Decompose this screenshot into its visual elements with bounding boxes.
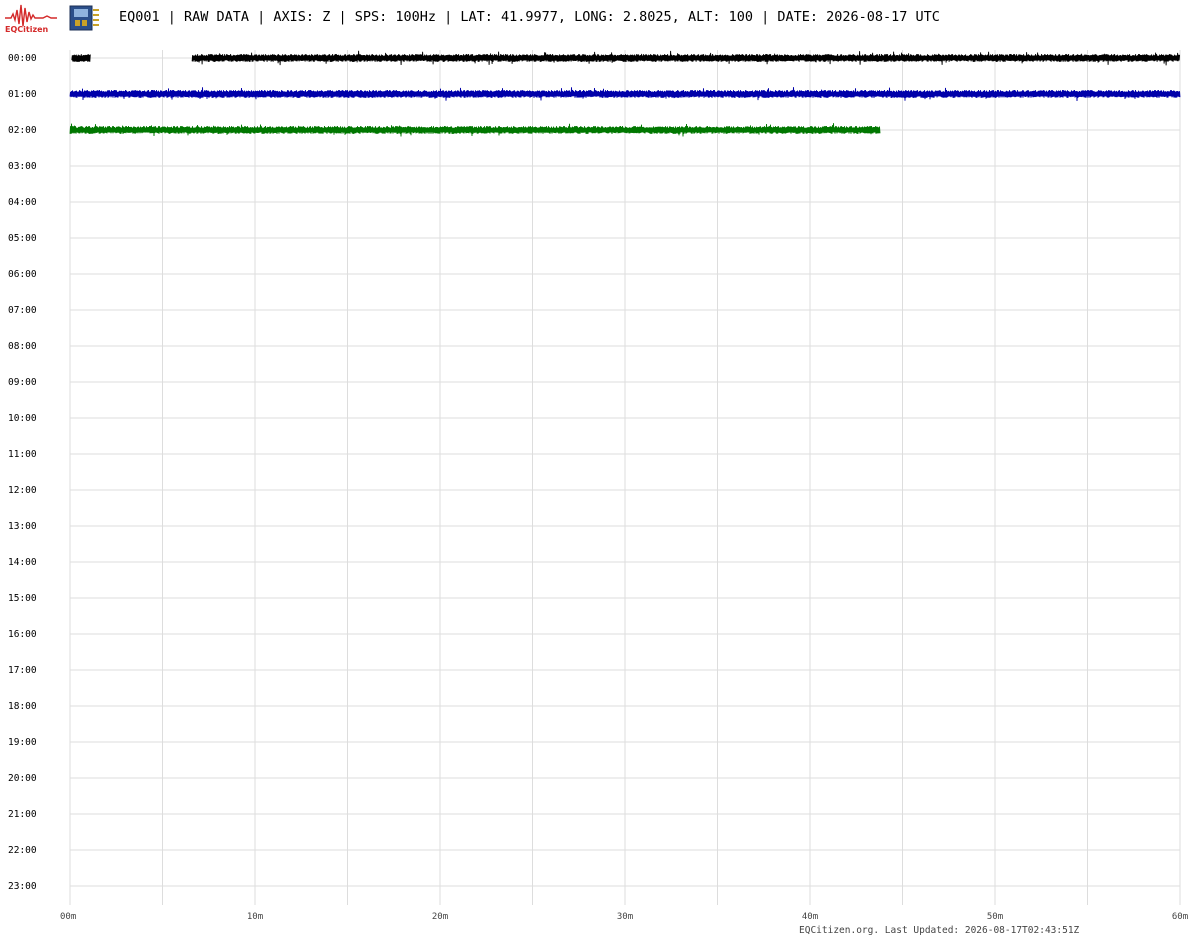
x-tick-labels: 00m 10m 20m 30m 40m 50m 60m <box>60 912 1188 922</box>
y-tick-labels: 00:00 01:00 02:00 03:00 04:00 05:00 06:00 07:00… <box>8 53 37 892</box>
y-tick-label: 20:00 <box>8 773 37 784</box>
header: EQCitizen EQ001 | RAW DATA | AXIS: Z | S… <box>0 0 1200 38</box>
y-tick-label: 09:00 <box>8 377 37 388</box>
trace-0000 <box>71 54 91 62</box>
y-tick-label: 01:00 <box>8 89 37 100</box>
y-tick-label: 03:00 <box>8 161 37 172</box>
sensor-board-icon <box>69 5 99 31</box>
y-tick-label: 22:00 <box>8 845 37 856</box>
y-tick-label: 02:00 <box>8 125 37 136</box>
logo-text: EQCitizen <box>5 25 49 34</box>
y-tick-label: 04:00 <box>8 197 37 208</box>
y-tick-label: 16:00 <box>8 629 37 640</box>
y-tick-label: 08:00 <box>8 341 37 352</box>
x-tick-label: 60m <box>1172 912 1188 922</box>
x-tick-label: 30m <box>617 912 633 922</box>
y-tick-label: 23:00 <box>8 881 37 892</box>
trace-0000 <box>191 50 1181 66</box>
x-tick-label: 00m <box>60 912 76 922</box>
y-tick-label: 06:00 <box>8 269 37 280</box>
y-tick-label: 13:00 <box>8 521 37 532</box>
y-tick-label: 15:00 <box>8 593 37 604</box>
x-tick-label: 20m <box>432 912 448 922</box>
chart-title: EQ001 | RAW DATA | AXIS: Z | SPS: 100Hz … <box>119 9 940 25</box>
x-tick-label: 10m <box>247 912 263 922</box>
footer-last-updated: EQCitizen.org. Last Updated: 2026-08-17T… <box>799 925 1080 936</box>
y-tick-label: 18:00 <box>8 701 37 712</box>
x-tick-label: 50m <box>987 912 1003 922</box>
y-tick-label: 11:00 <box>8 449 37 460</box>
y-tick-label: 05:00 <box>8 233 37 244</box>
x-tick-label: 40m <box>802 912 818 922</box>
y-tick-label: 21:00 <box>8 809 37 820</box>
y-tick-label: 10:00 <box>8 413 37 424</box>
trace-0200 <box>69 123 881 137</box>
y-tick-label: 00:00 <box>8 53 37 64</box>
y-tick-label: 19:00 <box>8 737 37 748</box>
y-tick-label: 17:00 <box>8 665 37 676</box>
y-tick-label: 12:00 <box>8 485 37 496</box>
helicorder-chart: 00:00 01:00 02:00 03:00 04:00 05:00 06:00 07:00… <box>8 50 1188 922</box>
y-tick-label: 14:00 <box>8 557 37 568</box>
grid-lines <box>69 50 1181 905</box>
y-tick-label: 07:00 <box>8 305 37 316</box>
